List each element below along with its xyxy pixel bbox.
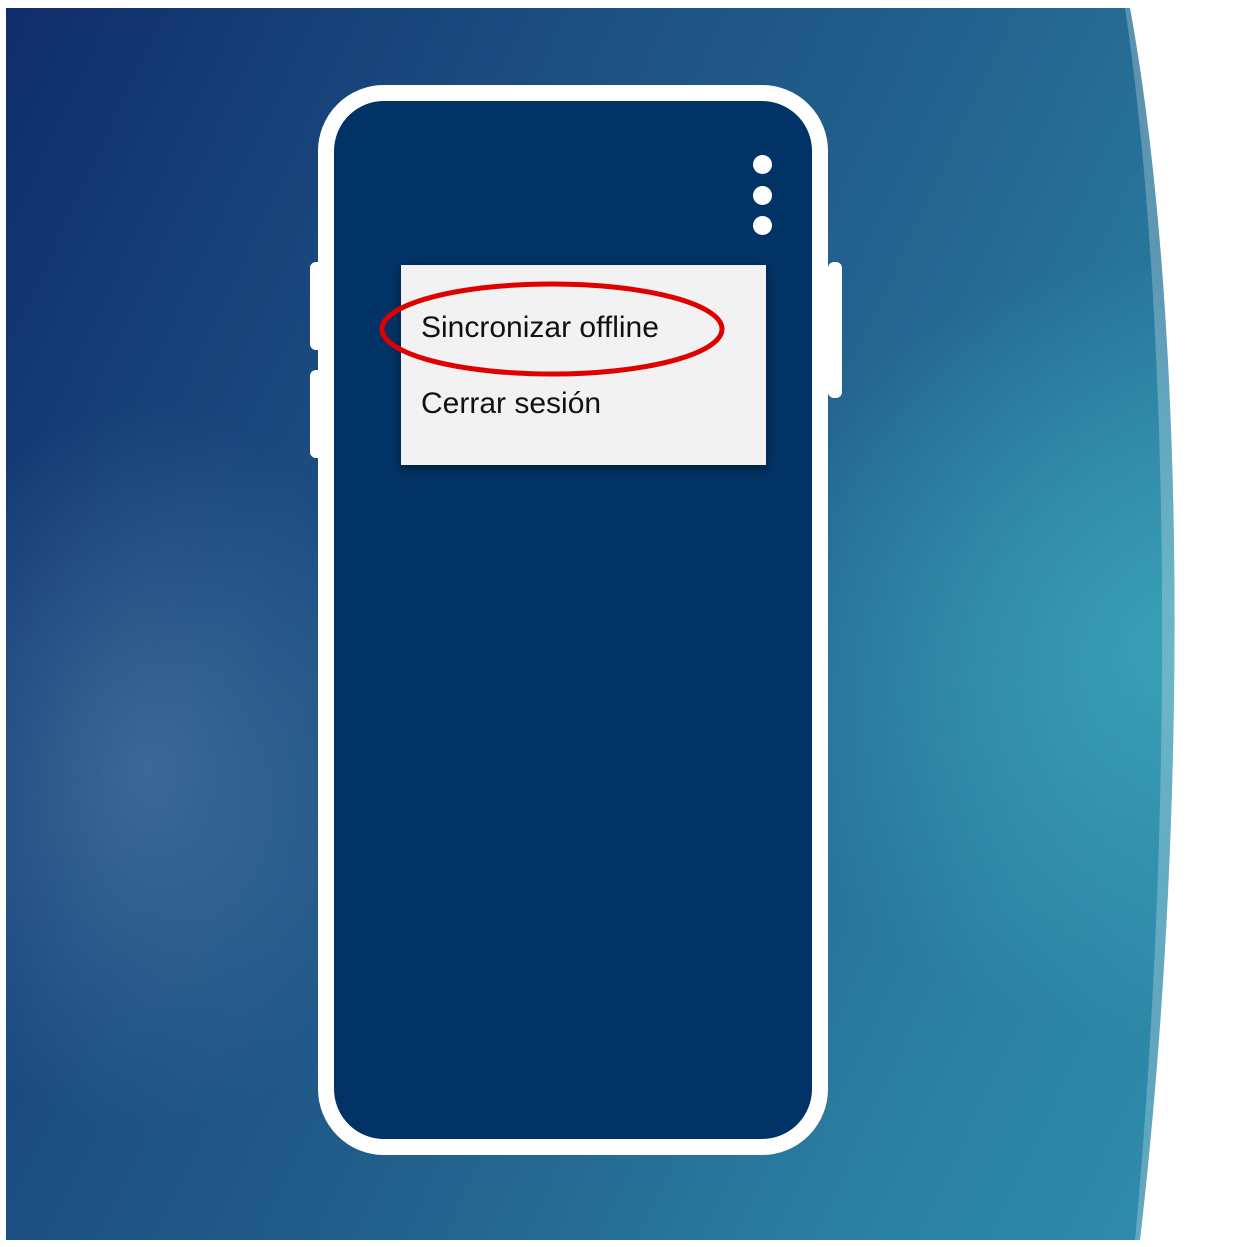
decorative-curve <box>1125 8 1250 1240</box>
phone-power-button <box>828 262 842 398</box>
phone-frame <box>318 85 828 1155</box>
more-vert-icon[interactable] <box>749 155 777 239</box>
overflow-menu: Sincronizar offline Cerrar sesión <box>401 265 766 465</box>
menu-item-sync-offline[interactable]: Sincronizar offline <box>421 311 659 345</box>
overflow-dot <box>753 155 772 174</box>
overflow-dot <box>753 216 772 235</box>
overflow-dot <box>753 186 772 205</box>
menu-item-logout[interactable]: Cerrar sesión <box>421 387 601 421</box>
